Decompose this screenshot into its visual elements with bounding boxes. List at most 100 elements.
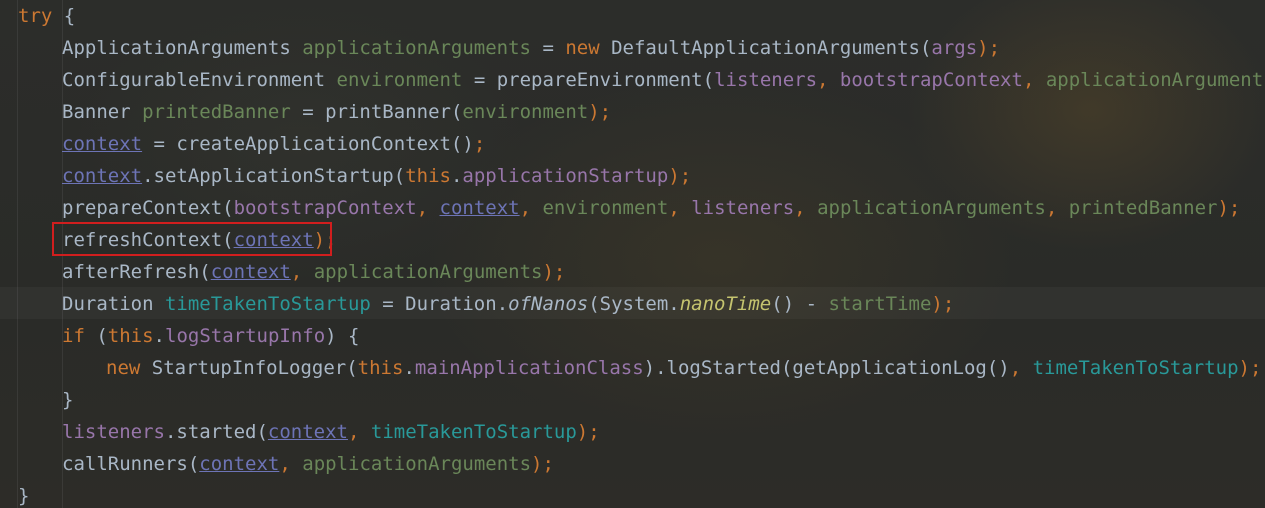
code-token: printedBanner bbox=[1068, 197, 1218, 219]
code-line[interactable]: refreshContext(context); bbox=[0, 224, 1265, 256]
code-token: . bbox=[403, 357, 415, 379]
code-token: try bbox=[18, 5, 53, 27]
code-line[interactable]: callRunners(context, applicationArgument… bbox=[0, 448, 1265, 480]
code-token: ( bbox=[96, 325, 108, 347]
code-token: , bbox=[290, 261, 314, 283]
code-token: ).logStarted(getApplicationLog() bbox=[643, 357, 1010, 379]
code-token: ); bbox=[588, 101, 612, 123]
code-token: this bbox=[107, 325, 154, 347]
code-token: () - bbox=[771, 293, 829, 315]
code-line[interactable]: context = createApplicationContext(); bbox=[0, 128, 1265, 160]
code-token: startTime bbox=[828, 293, 932, 315]
code-line[interactable]: Banner printedBanner = printBanner(envir… bbox=[0, 96, 1265, 128]
code-token: ApplicationArguments bbox=[62, 37, 303, 59]
code-token: applicationStartup bbox=[462, 165, 669, 187]
code-token: ); bbox=[576, 421, 600, 443]
code-token: } bbox=[62, 389, 74, 411]
code-token: ); bbox=[1217, 197, 1241, 219]
code-token: this bbox=[405, 165, 451, 187]
code-token: , bbox=[1022, 69, 1046, 91]
code-token: DefaultApplicationArguments( bbox=[611, 37, 932, 59]
code-token: , bbox=[817, 69, 840, 91]
code-token: listeners bbox=[62, 421, 165, 443]
code-token: callRunners( bbox=[62, 453, 200, 475]
code-line[interactable]: ConfigurableEnvironment environment = pr… bbox=[0, 64, 1265, 96]
code-token: environment bbox=[336, 69, 463, 91]
code-line[interactable]: Duration timeTakenToStartup = Duration.o… bbox=[0, 288, 1265, 320]
code-token: ); bbox=[668, 165, 692, 187]
code-token: .started( bbox=[164, 421, 268, 443]
code-token: this bbox=[357, 357, 404, 379]
code-token: , bbox=[347, 421, 371, 443]
code-token: } bbox=[18, 485, 30, 507]
code-token: applicationArguments bbox=[1045, 69, 1265, 91]
code-token: logStartupInfo bbox=[165, 325, 326, 347]
code-token: = prepareEnvironment( bbox=[462, 69, 715, 91]
code-line[interactable]: afterRefresh(context, applicationArgumen… bbox=[0, 256, 1265, 288]
code-line[interactable]: } bbox=[0, 384, 1265, 416]
code-token: bootstrapContext bbox=[839, 69, 1023, 91]
context-reference: context bbox=[233, 229, 314, 251]
code-token: timeTakenToStartup bbox=[1032, 357, 1239, 379]
code-token: StartupInfoLogger( bbox=[151, 357, 358, 379]
code-token: ) { bbox=[325, 325, 360, 347]
code-token: = printBanner( bbox=[290, 101, 463, 123]
context-reference: context bbox=[62, 133, 143, 155]
code-token: mainApplicationClass bbox=[414, 357, 644, 379]
code-line[interactable]: } bbox=[0, 480, 1265, 508]
code-line[interactable]: context.setApplicationStartup(this.appli… bbox=[0, 160, 1265, 192]
code-token: ; bbox=[473, 133, 486, 155]
code-token: , bbox=[1045, 197, 1069, 219]
code-token: ConfigurableEnvironment bbox=[62, 69, 337, 91]
code-token: applicationArguments bbox=[313, 261, 543, 283]
code-token: nanoTime bbox=[679, 293, 772, 315]
code-token: . bbox=[153, 325, 165, 347]
code-token: args bbox=[931, 37, 978, 59]
code-token: , bbox=[279, 453, 303, 475]
code-token: = createApplicationContext() bbox=[142, 133, 474, 155]
code-token: . bbox=[450, 165, 463, 187]
code-line[interactable]: listeners.started(context, timeTakenToSt… bbox=[0, 416, 1265, 448]
code-token: Banner bbox=[62, 101, 143, 123]
code-token: = Duration. bbox=[370, 293, 509, 315]
code-token: ); bbox=[542, 261, 566, 283]
code-token: environment bbox=[462, 101, 589, 123]
code-token: ); bbox=[1238, 357, 1262, 379]
code-token: new bbox=[565, 37, 612, 59]
code-token: (System. bbox=[588, 293, 680, 315]
code-token: printedBanner bbox=[142, 101, 291, 123]
code-token: , bbox=[668, 197, 692, 219]
code-token: applicationArguments bbox=[817, 197, 1046, 219]
code-line[interactable]: new StartupInfoLogger(this.mainApplicati… bbox=[0, 352, 1265, 384]
code-token: ); bbox=[531, 453, 554, 475]
code-token: timeTakenToStartup bbox=[164, 293, 371, 315]
code-token: afterRefresh( bbox=[62, 261, 211, 283]
code-token: ); bbox=[313, 229, 337, 251]
code-token: ); bbox=[931, 293, 955, 315]
code-token: if bbox=[62, 325, 97, 347]
code-token: ofNanos bbox=[508, 293, 589, 315]
code-editor[interactable]: try {ApplicationArguments applicationArg… bbox=[0, 0, 1265, 508]
context-reference: context bbox=[199, 453, 280, 475]
code-token: ); bbox=[977, 37, 1001, 59]
code-token: Duration bbox=[62, 293, 165, 315]
code-token: listeners bbox=[691, 197, 795, 219]
code-line[interactable]: ApplicationArguments applicationArgument… bbox=[0, 32, 1265, 64]
context-reference: context bbox=[439, 197, 520, 219]
code-token: .setApplicationStartup( bbox=[142, 165, 406, 187]
code-token: timeTakenToStartup bbox=[370, 421, 577, 443]
code-token: new bbox=[106, 357, 152, 379]
code-token: listeners bbox=[714, 69, 818, 91]
code-token: prepareContext( bbox=[62, 197, 234, 219]
code-token: applicationArguments bbox=[302, 453, 532, 475]
context-reference: context bbox=[267, 421, 348, 443]
code-token: environment bbox=[542, 197, 669, 219]
code-token: refreshContext( bbox=[62, 229, 234, 251]
code-token: , bbox=[1009, 357, 1033, 379]
code-token: { bbox=[52, 5, 76, 27]
code-token: bootstrapContext bbox=[233, 197, 417, 219]
code-line[interactable]: prepareContext(bootstrapContext, context… bbox=[0, 192, 1265, 224]
code-line[interactable]: try { bbox=[0, 0, 1265, 32]
code-line[interactable]: if (this.logStartupInfo) { bbox=[0, 320, 1265, 352]
code-token: = bbox=[531, 37, 566, 59]
